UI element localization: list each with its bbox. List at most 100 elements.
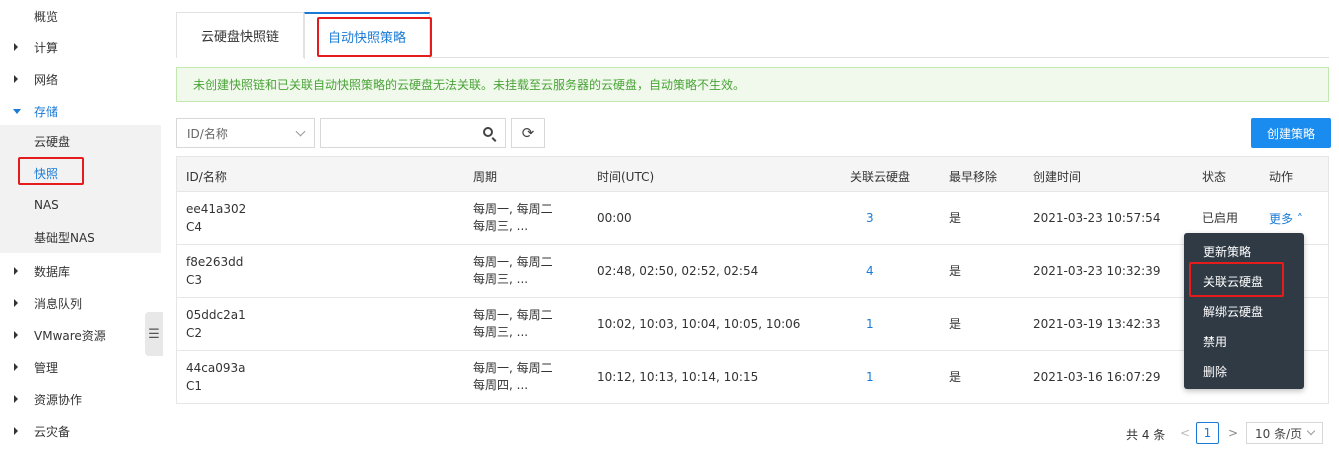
sidebar-subitem-disk[interactable]: 云硬盘 — [0, 125, 161, 157]
pagination-page-1[interactable]: 1 — [1196, 422, 1219, 444]
column-header-status: 状态 — [1202, 170, 1227, 184]
create-policy-button[interactable]: 创建策略 — [1251, 118, 1331, 148]
sidebar-item-compute[interactable]: 计算 — [0, 31, 161, 63]
sidebar-subitem-label: 云硬盘 — [34, 134, 71, 149]
caret-right-icon — [14, 363, 18, 371]
sidebar-item-database[interactable]: 数据库 — [0, 255, 161, 287]
row-disks-link[interactable]: 3 — [866, 210, 874, 227]
column-header-created: 创建时间 — [1033, 170, 1082, 184]
row-name: C3 — [186, 273, 203, 287]
row-cycle-line1: 每周一, 每周二 — [473, 361, 553, 375]
column-header-id[interactable]: ID/名称 — [186, 168, 227, 185]
page-size-select[interactable]: 10 条/页 — [1246, 422, 1323, 444]
row-name: C1 — [186, 379, 203, 393]
row-earliest: 是 — [949, 211, 962, 225]
sidebar-item-label: 计算 — [34, 40, 59, 55]
row-status: 已启用 — [1202, 211, 1239, 225]
search-input[interactable] — [321, 119, 471, 147]
sidebar-item-label: 数据库 — [34, 264, 71, 279]
row-cycle-line2: 每周三, ... — [473, 325, 529, 339]
sidebar-item-label: VMware资源 — [34, 328, 106, 343]
row-disks-link[interactable]: 4 — [866, 263, 874, 280]
sidebar-item-label: 概览 — [34, 9, 59, 24]
chevron-up-icon: ˄ — [1296, 212, 1303, 226]
row-earliest: 是 — [949, 370, 962, 384]
sidebar-item-storage[interactable]: 存储 — [0, 95, 161, 127]
sidebar-collapse-button[interactable]: ☰ — [145, 312, 163, 356]
chevron-down-icon — [1306, 426, 1316, 436]
table-header: ID/名称 周期 时间(UTC) 关联云硬盘 最早移除 创建时间 状态 动作 — [176, 156, 1329, 192]
more-label: 更多 — [1269, 212, 1294, 226]
menu-item-update-policy[interactable]: 更新策略 — [1203, 243, 1251, 260]
menu-item-attach-disk[interactable]: 关联云硬盘 — [1203, 273, 1263, 290]
row-name: C4 — [186, 220, 203, 234]
menu-collapse-icon: ☰ — [148, 326, 160, 342]
row-cycle-line1: 每周一, 每周二 — [473, 308, 553, 322]
sidebar-item-message-queue[interactable]: 消息队列 — [0, 287, 161, 319]
sidebar-item-collab[interactable]: 资源协作 — [0, 383, 161, 415]
sidebar: 概览 计算 网络 存储 云硬盘 快照 NAS 基础型NAS 数据库 消息队列 V… — [0, 0, 161, 452]
caret-right-icon — [14, 299, 18, 307]
row-more-button[interactable]: 更多 ˄ — [1269, 210, 1303, 227]
caret-right-icon — [14, 75, 18, 83]
sidebar-item-vmware[interactable]: VMware资源 — [0, 319, 161, 351]
menu-item-detach-disk[interactable]: 解绑云硬盘 — [1203, 303, 1263, 320]
sidebar-item-label: 资源协作 — [34, 392, 83, 407]
pagination-prev-icon[interactable]: < — [1180, 426, 1190, 440]
filter-select[interactable]: ID/名称 — [176, 118, 315, 148]
pagination-next-icon[interactable]: > — [1228, 426, 1238, 440]
menu-item-delete[interactable]: 删除 — [1203, 363, 1227, 380]
sidebar-item-manage[interactable]: 管理 — [0, 351, 161, 383]
column-header-disks: 关联云硬盘 — [850, 170, 911, 184]
more-actions-menu: 更新策略 关联云硬盘 解绑云硬盘 禁用 删除 — [1184, 233, 1304, 389]
filter-select-value: ID/名称 — [187, 126, 228, 141]
chevron-down-icon — [295, 126, 306, 137]
refresh-icon: ⟳ — [521, 124, 535, 142]
sidebar-subitem-snapshot[interactable]: 快照 — [0, 157, 161, 189]
column-header-action: 动作 — [1269, 170, 1294, 184]
column-header-cycle: 周期 — [473, 170, 498, 184]
row-time: 00:00 — [597, 211, 632, 225]
row-cycle-line2: 每周四, ... — [473, 378, 529, 392]
row-id: f8e263dd — [186, 255, 244, 269]
info-alert: 未创建快照链和已关联自动快照策略的云硬盘无法关联。未挂载至云服务器的云硬盘，自动… — [176, 67, 1329, 102]
row-id: 44ca093a — [186, 361, 246, 375]
sidebar-item-label: 存储 — [34, 104, 59, 119]
sidebar-item-network[interactable]: 网络 — [0, 63, 161, 95]
tab-auto-snapshot-policy[interactable]: 自动快照策略 — [304, 12, 430, 59]
row-cycle-line2: 每周三, ... — [473, 219, 529, 233]
row-disks-link[interactable]: 1 — [866, 316, 874, 333]
caret-right-icon — [14, 331, 18, 339]
sidebar-item-dr[interactable]: 云灾备 — [0, 415, 161, 447]
refresh-button[interactable]: ⟳ — [511, 118, 545, 148]
column-header-time: 时间(UTC) — [597, 170, 655, 184]
column-header-earliest: 最早移除 — [949, 170, 998, 184]
caret-right-icon — [14, 427, 18, 435]
table-row: 05ddc2a1 C2 每周一, 每周二 每周三, ... 10:02, 10:… — [176, 298, 1329, 351]
sidebar-subitem-nas[interactable]: NAS — [0, 189, 161, 221]
sidebar-item-overview[interactable]: 概览 — [0, 0, 161, 32]
row-disks-link[interactable]: 1 — [866, 369, 874, 386]
sidebar-item-label: 管理 — [34, 360, 59, 375]
row-created: 2021-03-23 10:57:54 — [1033, 211, 1161, 225]
row-name: C2 — [186, 326, 203, 340]
tab-snapshot-chain[interactable]: 云硬盘快照链 — [176, 12, 304, 58]
row-cycle-line1: 每周一, 每周二 — [473, 202, 553, 216]
search-icon[interactable] — [483, 127, 493, 137]
main-content: 云硬盘快照链 自动快照策略 未创建快照链和已关联自动快照策略的云硬盘无法关联。未… — [176, 0, 1339, 452]
row-created: 2021-03-16 16:07:29 — [1033, 370, 1161, 384]
table-row: f8e263dd C3 每周一, 每周二 每周三, ... 02:48, 02:… — [176, 245, 1329, 298]
row-time: 02:48, 02:50, 02:52, 02:54 — [597, 264, 759, 278]
search-box — [320, 118, 506, 148]
row-created: 2021-03-23 10:32:39 — [1033, 264, 1161, 278]
sidebar-item-label: 网络 — [34, 72, 59, 87]
row-cycle-line1: 每周一, 每周二 — [473, 255, 553, 269]
sidebar-subitem-label: 快照 — [34, 166, 59, 181]
menu-item-disable[interactable]: 禁用 — [1203, 333, 1227, 350]
sidebar-subitem-basic-nas[interactable]: 基础型NAS — [0, 221, 161, 253]
storage-submenu: 云硬盘 快照 NAS 基础型NAS — [0, 125, 161, 253]
sidebar-subitem-label: NAS — [34, 198, 59, 212]
caret-right-icon — [14, 43, 18, 51]
table-row: ee41a302 C4 每周一, 每周二 每周三, ... 00:00 3 是 … — [176, 192, 1329, 245]
sidebar-subitem-label: 基础型NAS — [34, 230, 95, 245]
